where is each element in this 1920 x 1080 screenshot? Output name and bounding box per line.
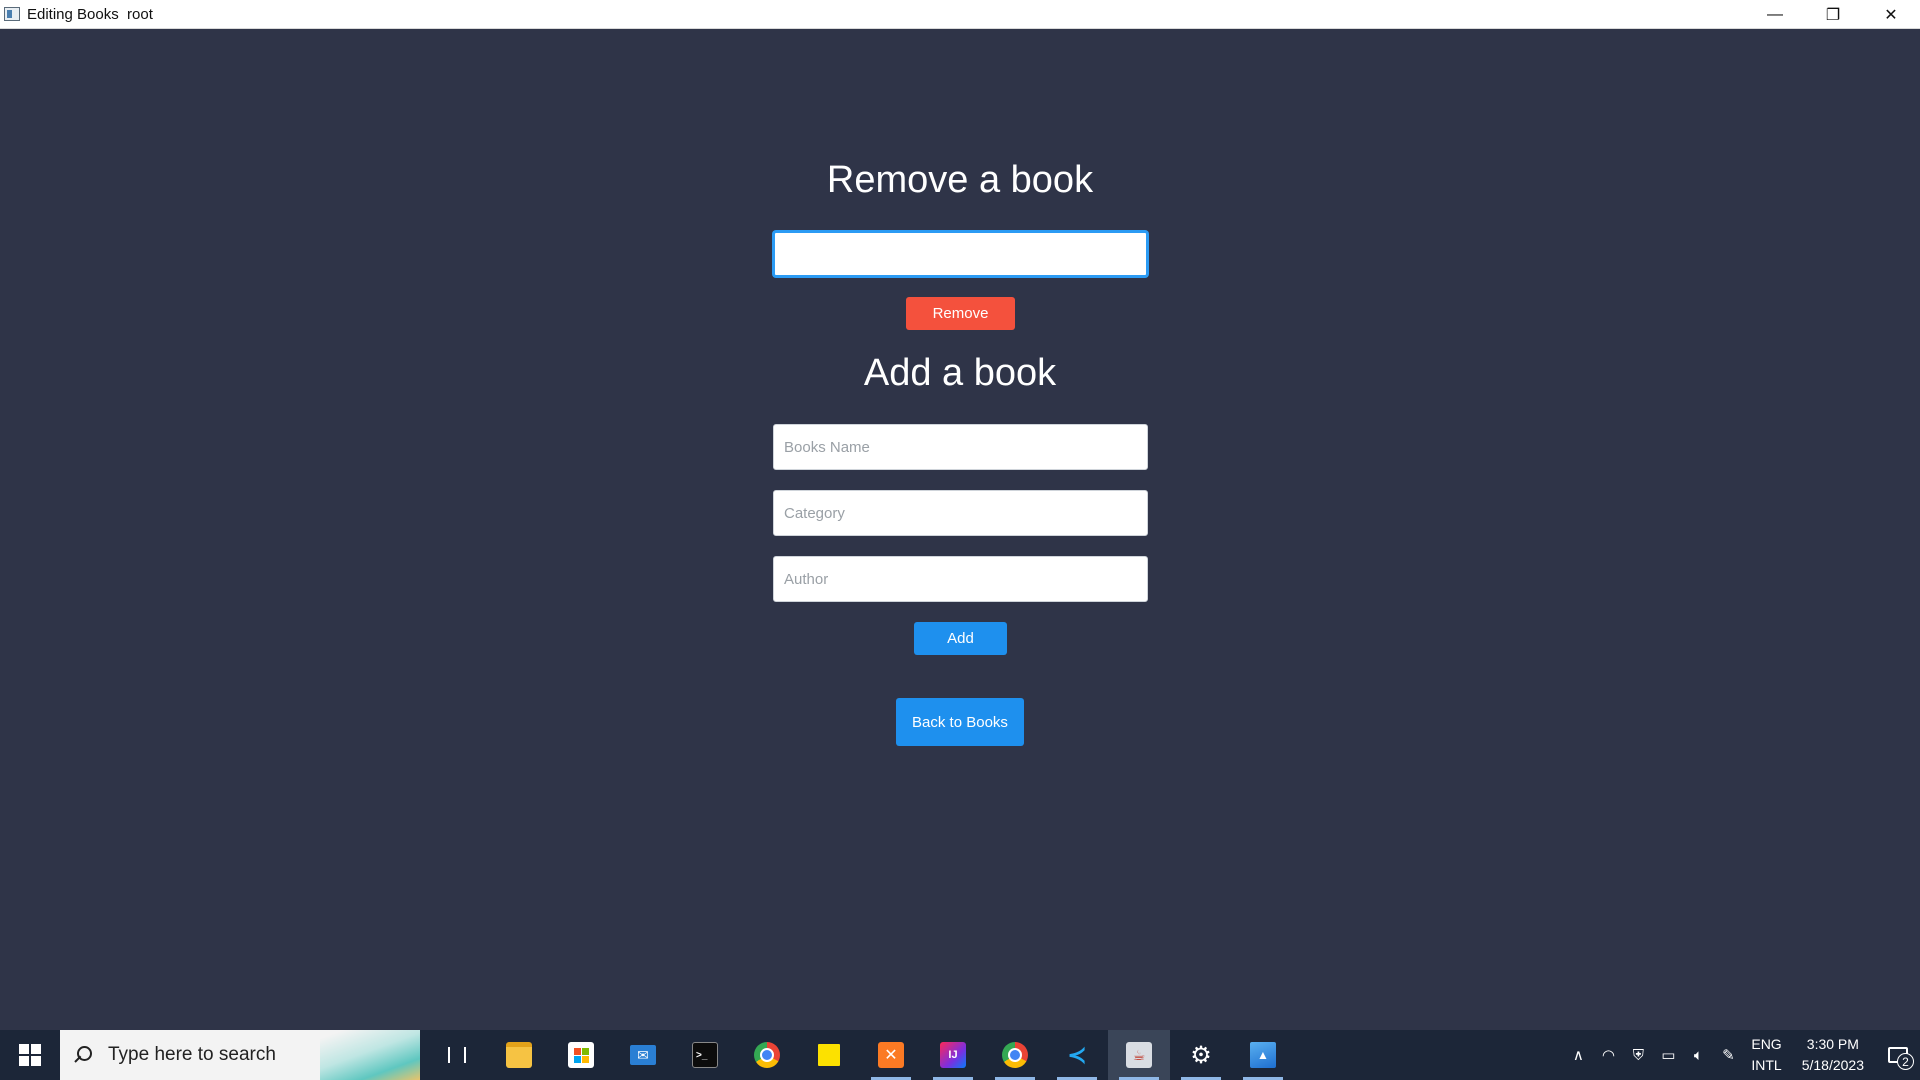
notification-center-button[interactable]: 2: [1876, 1030, 1920, 1080]
network-icon[interactable]: ◠: [1593, 1030, 1623, 1080]
window-title-bar: Editing Books root — ❐ ✕: [0, 0, 1920, 29]
pen-icon[interactable]: ✎: [1713, 1030, 1743, 1080]
taskbar-app-settings[interactable]: ⚙: [1170, 1030, 1232, 1080]
taskbar-app-store[interactable]: [550, 1030, 612, 1080]
clock-time: 3:30 PM: [1806, 1036, 1859, 1052]
back-to-books-button[interactable]: Back to Books: [896, 698, 1024, 746]
notification-count: 2: [1897, 1053, 1914, 1070]
taskbar-app-java[interactable]: ☕: [1108, 1030, 1170, 1080]
terminal-icon: >_: [692, 1042, 718, 1068]
file-explorer-icon: [506, 1042, 532, 1068]
taskbar-app-photos[interactable]: ▲: [1232, 1030, 1294, 1080]
clock-date: 5/18/2023: [1801, 1057, 1864, 1073]
input-language[interactable]: ENG INTL: [1751, 1034, 1781, 1076]
search-highlight-image: [320, 1030, 420, 1080]
clock[interactable]: 3:30 PM 5/18/2023: [1802, 1034, 1864, 1076]
volume-icon[interactable]: 🔈︎: [1683, 1030, 1713, 1080]
category-input[interactable]: [773, 490, 1148, 536]
taskbar-app-intellij[interactable]: IJ: [922, 1030, 984, 1080]
taskbar-app-file-explorer[interactable]: [488, 1030, 550, 1080]
taskbar-app-vscode[interactable]: ≺: [1046, 1030, 1108, 1080]
taskbar-app-mail[interactable]: ✉: [612, 1030, 674, 1080]
language-code: ENG: [1751, 1036, 1782, 1052]
window-title: Editing Books root: [27, 5, 153, 23]
remove-button[interactable]: Remove: [906, 297, 1015, 330]
remove-book-input[interactable]: [773, 231, 1148, 277]
start-button[interactable]: [0, 1030, 60, 1080]
maximize-button[interactable]: ❐: [1804, 0, 1862, 29]
mail-icon: ✉: [630, 1045, 656, 1065]
main-content: Remove a book Remove Add a book Add Back…: [0, 29, 1920, 1030]
taskbar: Type here to search ✉ >_ ✕ IJ ≺ ☕ ⚙ ▲ ∧ …: [0, 1030, 1920, 1080]
app-icon: [4, 7, 20, 21]
settings-icon: ⚙: [1190, 1041, 1212, 1069]
taskbar-app-xampp[interactable]: ✕: [860, 1030, 922, 1080]
taskbar-search-box[interactable]: Type here to search: [60, 1030, 420, 1080]
window-controls: — ❐ ✕: [1746, 0, 1920, 29]
search-placeholder: Type here to search: [108, 1044, 276, 1065]
close-button[interactable]: ✕: [1862, 0, 1920, 29]
remove-heading: Remove a book: [826, 159, 1094, 201]
keyboard-layout: INTL: [1751, 1057, 1782, 1073]
taskbar-apps: ✉ >_ ✕ IJ ≺ ☕ ⚙ ▲: [426, 1030, 1294, 1080]
add-heading: Add a book: [863, 352, 1057, 394]
vscode-icon: ≺: [1064, 1042, 1090, 1069]
task-view-icon: [448, 1047, 466, 1063]
intellij-icon: IJ: [940, 1042, 966, 1068]
security-shield-icon[interactable]: ⛨: [1623, 1030, 1653, 1080]
author-input[interactable]: [773, 556, 1148, 602]
java-app-icon: ☕: [1126, 1042, 1152, 1068]
xampp-icon: ✕: [878, 1042, 904, 1068]
add-button[interactable]: Add: [914, 622, 1007, 655]
show-hidden-icons-chevron-icon[interactable]: ∧: [1563, 1030, 1593, 1080]
taskbar-app-chrome-2[interactable]: [984, 1030, 1046, 1080]
battery-icon[interactable]: ▭: [1653, 1030, 1683, 1080]
windows-logo-icon: [19, 1044, 41, 1066]
microsoft-store-icon: [568, 1042, 594, 1068]
taskbar-app-chrome[interactable]: [736, 1030, 798, 1080]
task-view-button[interactable]: [426, 1030, 488, 1080]
photos-icon: ▲: [1250, 1042, 1276, 1068]
chrome-icon: [1002, 1042, 1028, 1068]
search-icon: [74, 1046, 92, 1064]
taskbar-app-terminal[interactable]: >_: [674, 1030, 736, 1080]
taskbar-app-sticky-notes[interactable]: [798, 1030, 860, 1080]
book-name-input[interactable]: [773, 424, 1148, 470]
chrome-icon: [754, 1042, 780, 1068]
minimize-button[interactable]: —: [1746, 0, 1804, 29]
system-tray: ∧ ◠ ⛨ ▭ 🔈︎ ✎ ENG INTL 3:30 PM 5/18/2023 …: [1563, 1030, 1920, 1080]
sticky-notes-icon: [818, 1044, 840, 1066]
